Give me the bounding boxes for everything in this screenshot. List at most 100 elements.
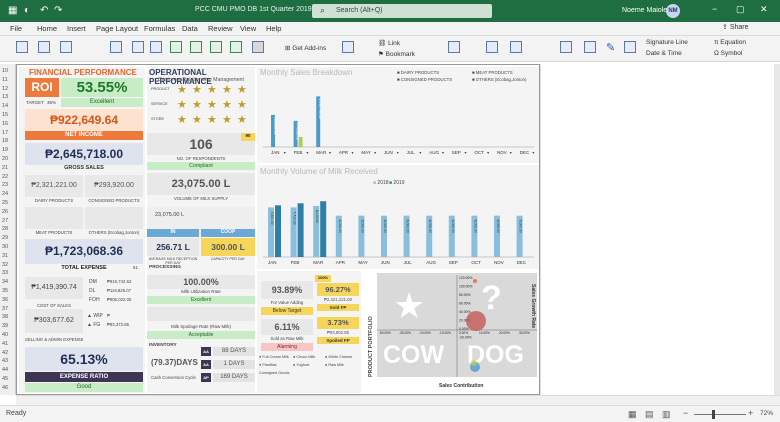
row-number[interactable]: 13: [2, 94, 8, 100]
row-number[interactable]: 15: [2, 112, 8, 118]
row-number[interactable]: 45: [2, 376, 8, 382]
sales-month-label: OCT: [474, 150, 484, 155]
chart-line-icon[interactable]: [230, 41, 242, 53]
menu-page-layout[interactable]: Page Layout: [96, 24, 138, 33]
menu-insert[interactable]: Insert: [67, 24, 86, 33]
date-time-button[interactable]: Date & Time: [646, 50, 682, 57]
row-number[interactable]: 20: [2, 156, 8, 162]
chart-bar-icon[interactable]: [210, 41, 222, 53]
row-number[interactable]: 31: [2, 253, 8, 259]
row-number[interactable]: 11: [2, 77, 8, 83]
horizontal-scrollbar[interactable]: [16, 395, 780, 405]
row-number[interactable]: 37: [2, 306, 8, 312]
zoom-in-icon[interactable]: +: [748, 408, 753, 418]
minimize-icon[interactable]: −: [712, 4, 717, 14]
row-number[interactable]: 10: [2, 68, 8, 74]
row-number[interactable]: 12: [2, 86, 8, 92]
days3-value: 169 DAYS: [213, 373, 255, 382]
row-number[interactable]: 43: [2, 358, 8, 364]
pictures-icon[interactable]: [110, 41, 122, 53]
undo-icon[interactable]: ↶: [40, 5, 48, 16]
textbox-icon[interactable]: [486, 41, 498, 53]
zoom-slider-handle[interactable]: [712, 410, 715, 419]
row-number[interactable]: 42: [2, 350, 8, 356]
row-number[interactable]: 23: [2, 182, 8, 188]
row-number[interactable]: 14: [2, 103, 8, 109]
zoom-level[interactable]: 72%: [760, 410, 773, 417]
row-number[interactable]: 41: [2, 341, 8, 347]
row-number[interactable]: 22: [2, 174, 8, 180]
share-button[interactable]: ⇪ Share: [722, 23, 749, 31]
chart-icon[interactable]: [342, 41, 354, 53]
bookmark-button[interactable]: ⚑ Bookmark: [378, 50, 415, 58]
row-number[interactable]: 32: [2, 262, 8, 268]
row-number[interactable]: 46: [2, 385, 8, 391]
pivot-icon[interactable]: [38, 41, 50, 53]
sales-data-label: 950,282.00: [273, 117, 277, 135]
row-number[interactable]: 38: [2, 314, 8, 320]
screenshot-icon[interactable]: [252, 41, 264, 53]
zoom-out-icon[interactable]: −: [683, 408, 688, 418]
chart-column-icon[interactable]: [190, 41, 202, 53]
comment-icon[interactable]: [448, 41, 460, 53]
row-number[interactable]: 17: [2, 130, 8, 136]
user-name[interactable]: Noeme Maiole: [622, 7, 667, 14]
object-icon[interactable]: [584, 41, 596, 53]
normal-view-icon[interactable]: ▦: [628, 409, 637, 420]
empty-cells-area[interactable]: [540, 64, 780, 395]
zoom-slider[interactable]: [694, 414, 746, 415]
row-number[interactable]: 36: [2, 297, 8, 303]
row-number[interactable]: 28: [2, 226, 8, 232]
header-footer-icon[interactable]: [510, 41, 522, 53]
get-addins-button[interactable]: ⊞ Get Add-ins: [285, 44, 326, 52]
menu-data[interactable]: Data: [182, 24, 198, 33]
page-break-view-icon[interactable]: ▥: [662, 409, 671, 420]
restore-icon[interactable]: ▢: [736, 4, 745, 15]
redo-icon[interactable]: ↷: [54, 5, 62, 16]
row-number[interactable]: 33: [2, 270, 8, 276]
link-button[interactable]: ⛓ Link: [378, 39, 400, 47]
smartart-icon[interactable]: [170, 41, 182, 53]
form-icon[interactable]: [60, 41, 72, 53]
row-number[interactable]: 24: [2, 191, 8, 197]
portfolio-x-tick: 30.00%: [519, 331, 530, 335]
search-box[interactable]: ⌕ Search (Alt+Q): [312, 4, 492, 18]
menu-view[interactable]: View: [240, 24, 256, 33]
shapes-icon[interactable]: [132, 41, 144, 53]
row-number[interactable]: 25: [2, 200, 8, 206]
row-number[interactable]: 40: [2, 332, 8, 338]
avatar[interactable]: NM: [666, 4, 680, 18]
row-number[interactable]: 34: [2, 279, 8, 285]
close-icon[interactable]: ✕: [760, 4, 768, 15]
vertical-scrollbar[interactable]: [774, 64, 780, 395]
signature-icon[interactable]: [624, 41, 636, 53]
row-number[interactable]: 21: [2, 165, 8, 171]
value-adding-panel: 93.89% For Value Adding Below Target 6.1…: [257, 271, 361, 393]
autosave-toggle[interactable]: ◐: [24, 5, 30, 16]
table-icon[interactable]: [16, 41, 28, 53]
menu-formulas[interactable]: Formulas: [144, 24, 175, 33]
row-number[interactable]: 44: [2, 367, 8, 373]
menu-home[interactable]: Home: [37, 24, 57, 33]
row-number[interactable]: 30: [2, 244, 8, 250]
equation-button[interactable]: π Equation: [714, 39, 746, 46]
row-number[interactable]: 26: [2, 209, 8, 215]
row-number[interactable]: 27: [2, 218, 8, 224]
row-number[interactable]: 19: [2, 147, 8, 153]
menu-file[interactable]: File: [10, 24, 22, 33]
row-number[interactable]: 18: [2, 138, 8, 144]
milk-chart-title: Monthly Volume of Milk Received: [260, 167, 378, 176]
menu-help[interactable]: Help: [266, 24, 281, 33]
row-number[interactable]: 16: [2, 121, 8, 127]
row-number[interactable]: 35: [2, 288, 8, 294]
dashboard-sheet[interactable]: FINANCIAL PERFORMANCE ROI 53.55% TARGET …: [16, 64, 540, 395]
symbol-button[interactable]: Ω Symbol: [714, 50, 742, 57]
signature-line-button[interactable]: Signature Line: [646, 39, 688, 46]
menu-review[interactable]: Review: [208, 24, 233, 33]
page-layout-view-icon[interactable]: ▤: [645, 409, 654, 420]
wordart-icon[interactable]: [560, 41, 572, 53]
icons-icon[interactable]: [150, 41, 162, 53]
row-number[interactable]: 29: [2, 235, 8, 241]
ink-icon[interactable]: ✎: [606, 41, 615, 54]
row-number[interactable]: 39: [2, 323, 8, 329]
